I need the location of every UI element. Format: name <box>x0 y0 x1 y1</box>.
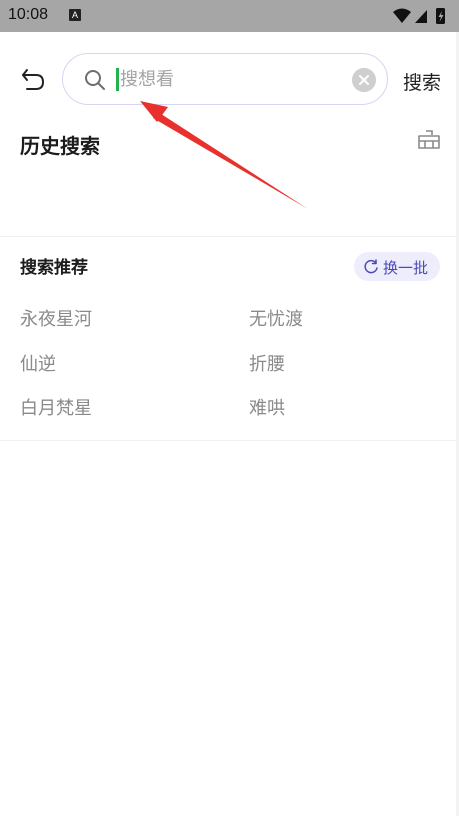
section-divider <box>0 440 459 441</box>
signal-icon <box>415 10 427 23</box>
history-title: 历史搜索 <box>20 134 100 158</box>
recommend-item[interactable]: 折腰 <box>249 350 285 376</box>
recommend-item[interactable]: 仙逆 <box>20 350 56 376</box>
wifi-icon <box>393 8 411 23</box>
status-time: 10:08 <box>8 6 49 23</box>
recommend-title: 搜索推荐 <box>20 258 88 278</box>
trash-icon[interactable] <box>416 127 442 153</box>
status-icons <box>393 8 445 24</box>
search-icon <box>85 70 105 90</box>
text-cursor <box>116 68 119 91</box>
refresh-label: 换一批 <box>383 259 429 277</box>
recommend-item[interactable]: 永夜星河 <box>20 305 92 331</box>
refresh-button[interactable]: 换一批 <box>354 252 440 281</box>
clear-icon[interactable] <box>352 68 376 92</box>
recommend-item[interactable]: 难哄 <box>249 394 285 420</box>
search-input[interactable] <box>120 62 340 96</box>
refresh-icon <box>364 259 378 274</box>
back-icon[interactable] <box>19 65 49 95</box>
status-bar: 10:08 A <box>0 0 459 32</box>
recommend-item[interactable]: 无忧渡 <box>249 305 303 331</box>
search-box[interactable] <box>62 53 388 105</box>
search-button[interactable]: 搜索 <box>403 68 441 95</box>
section-divider <box>0 236 459 237</box>
notification-badge: A <box>69 9 81 21</box>
recommend-item[interactable]: 白月梵星 <box>20 394 92 420</box>
